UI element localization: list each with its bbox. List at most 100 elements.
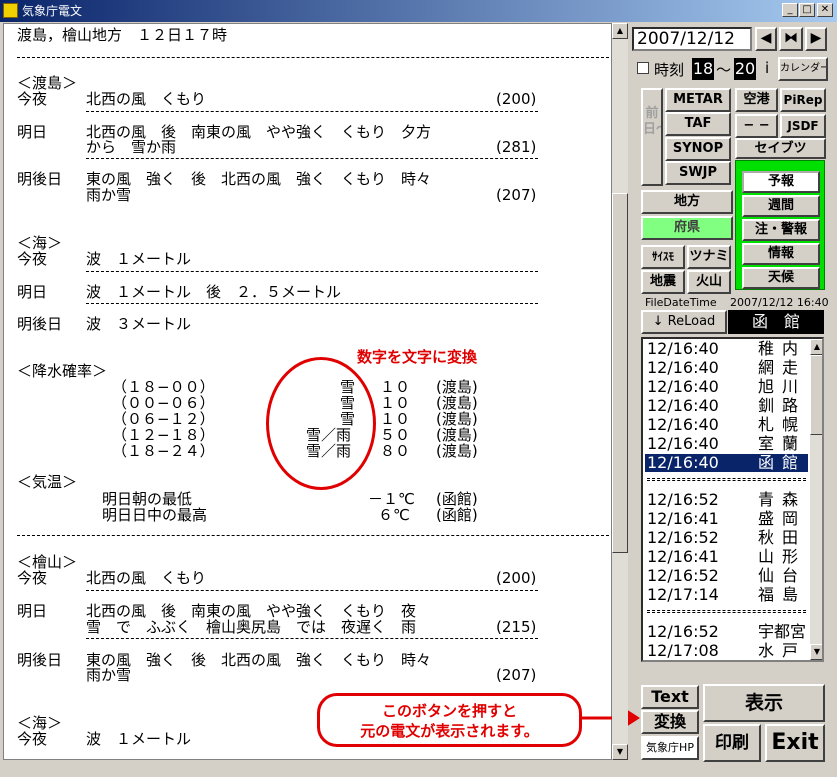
list-scroll-thumb[interactable] — [810, 355, 822, 435]
list-item[interactable]: 12/16:40 室蘭 — [645, 435, 808, 453]
list-item[interactable]: 12/16:41 盛岡 — [645, 510, 808, 528]
list-item[interactable]: 12/16:40 札幌 — [645, 416, 808, 434]
precip-value: １０ — [380, 394, 411, 412]
list-item[interactable]: 12/16:41 山形 — [645, 548, 808, 566]
maximize-icon[interactable]: □ — [799, 3, 815, 17]
volcano-button[interactable]: 火山 — [687, 270, 731, 294]
separator — [17, 535, 609, 536]
list-item-selected[interactable]: 12/16:40 函館 — [645, 454, 808, 472]
list-item[interactable]: 12/16:52 青森 — [645, 491, 808, 509]
next-date-icon[interactable]: ▶ — [805, 27, 827, 51]
list-item[interactable]: 12/17:08 水戸 — [645, 642, 808, 660]
station-time: 12/16:40 — [647, 434, 719, 453]
weekly-button[interactable]: 週間 — [742, 195, 820, 217]
section-title: ＜渡島＞ — [17, 74, 78, 92]
tsunami-button[interactable]: ツナミ — [687, 245, 731, 269]
list-scrollbar[interactable]: ▲ ▼ — [810, 339, 822, 660]
list-item[interactable]: 12/16:40 稚内 — [645, 340, 808, 358]
safety-button[interactable]: セイブツ — [735, 138, 826, 159]
report-header: 渡島，檜山地方 １２日１７時 — [17, 26, 228, 44]
jma-homepage-button[interactable]: 気象庁HP — [641, 736, 699, 760]
weather-button[interactable]: 天候 — [742, 267, 820, 289]
text-scrollbar[interactable]: ▲ ▼ — [612, 23, 628, 760]
forecast-text: から 雪か雨 — [86, 138, 177, 156]
prev-date-icon[interactable]: ◀ — [755, 27, 777, 51]
metar-button[interactable]: METAR — [665, 88, 731, 112]
today-icon[interactable]: ⧓ — [779, 27, 803, 51]
display-button[interactable]: 表示 — [703, 684, 825, 722]
print-button[interactable]: 印刷 — [703, 724, 761, 762]
info-button[interactable]: 情報 — [742, 243, 820, 265]
station-name: 秋田 — [757, 528, 806, 547]
calendar-button[interactable]: カレンダー — [778, 57, 828, 81]
precip-value: １０ — [380, 378, 411, 396]
sea-text: 波 ３メートル — [86, 315, 192, 333]
dash-button[interactable]: − − — [735, 114, 778, 138]
list-item[interactable]: 12/16:52 仙台 — [645, 567, 808, 585]
sea-text: 波 １メートル — [86, 730, 192, 748]
pirep-button[interactable]: PiRep — [780, 88, 826, 112]
precip-area: (渡島) — [436, 410, 478, 428]
temp-value: ６℃ — [378, 506, 410, 524]
hour-to[interactable]: 20 — [734, 58, 756, 80]
seismo-button[interactable]: ｻｲｽﾓ — [641, 245, 685, 269]
list-scroll-up-icon[interactable]: ▲ — [810, 339, 822, 355]
list-item[interactable]: 12/16:52 宇都宮 — [645, 623, 808, 641]
forecast-code: (207) — [496, 666, 537, 684]
swjp-button[interactable]: SWJP — [665, 161, 731, 185]
list-separator — [647, 610, 806, 613]
reload-button[interactable]: ↓ ReLoad — [641, 310, 727, 334]
station-time: 12/16:41 — [647, 547, 719, 566]
time-checkbox[interactable] — [637, 62, 649, 74]
station-list[interactable]: 12/16:40 稚内 12/16:40 網走 12/16:40 旭川 12/16:4… — [641, 337, 824, 662]
horizontal-scrollbar[interactable] — [3, 760, 612, 774]
scroll-up-icon[interactable]: ▲ — [612, 23, 628, 39]
date-field[interactable]: 2007/12/12 — [632, 27, 752, 51]
list-item[interactable]: 12/17:14 福島 — [645, 586, 808, 604]
minimize-icon[interactable]: _ — [782, 3, 798, 17]
precip-period: （１８−００） — [112, 378, 215, 396]
list-item[interactable]: 12/16:40 網走 — [645, 359, 808, 377]
separator — [86, 271, 538, 272]
station-name: 山形 — [757, 547, 806, 566]
list-item[interactable]: 12/16:52 秋田 — [645, 529, 808, 547]
filedate-label: FileDateTime — [645, 296, 717, 309]
exit-button[interactable]: Exit — [765, 724, 825, 762]
separator — [86, 638, 538, 639]
scroll-thumb[interactable] — [612, 193, 628, 553]
forecast-text: 雨か雪 — [86, 186, 132, 204]
close-icon[interactable]: ✕ — [817, 3, 833, 17]
list-item[interactable]: 12/16:40 釧路 — [645, 397, 808, 415]
warning-button[interactable]: 注・警報 — [742, 219, 820, 241]
list-scroll-down-icon[interactable]: ▼ — [810, 644, 822, 660]
region-button[interactable]: 地方 — [641, 190, 733, 214]
scroll-down-icon[interactable]: ▼ — [612, 744, 628, 760]
station-time: 12/16:52 — [647, 566, 719, 585]
day-label: 今夜 — [17, 569, 48, 587]
highlight-ring — [266, 357, 376, 490]
text-button[interactable]: Text — [641, 685, 699, 709]
list-item[interactable]: 12/16:40 旭川 — [645, 378, 808, 396]
jsdf-button[interactable]: JSDF — [780, 114, 826, 138]
convert-button[interactable]: 変換 — [641, 710, 699, 734]
earthquake-button[interactable]: 地震 — [641, 270, 685, 294]
taf-button[interactable]: TAF — [665, 112, 731, 136]
title-bar[interactable]: 気象庁電文 _ □ ✕ — [0, 0, 837, 22]
precip-value: １０ — [380, 410, 411, 428]
forecast-code: (215) — [496, 618, 537, 636]
airport-button[interactable]: 空港 — [735, 88, 778, 112]
prev-day-button[interactable]: 前日〜 — [641, 88, 663, 186]
hour-from[interactable]: 18 — [692, 58, 714, 80]
sea-text: 波 １メートル — [86, 250, 192, 268]
section-title: ＜海＞ — [17, 714, 63, 732]
forecast-button[interactable]: 予報 — [742, 171, 820, 193]
prefecture-button[interactable]: 府県 — [641, 216, 733, 240]
precip-period: （１２−１８） — [112, 426, 215, 444]
synop-button[interactable]: SYNOP — [665, 137, 731, 161]
time-label: 時刻 — [654, 61, 685, 79]
station-time: 12/16:52 — [647, 622, 719, 641]
annotation-line: このボタンを押すと — [381, 702, 517, 720]
precip-area: (渡島) — [436, 378, 478, 396]
station-time: 12/16:41 — [647, 509, 719, 528]
temp-value: －１℃ — [368, 490, 415, 508]
